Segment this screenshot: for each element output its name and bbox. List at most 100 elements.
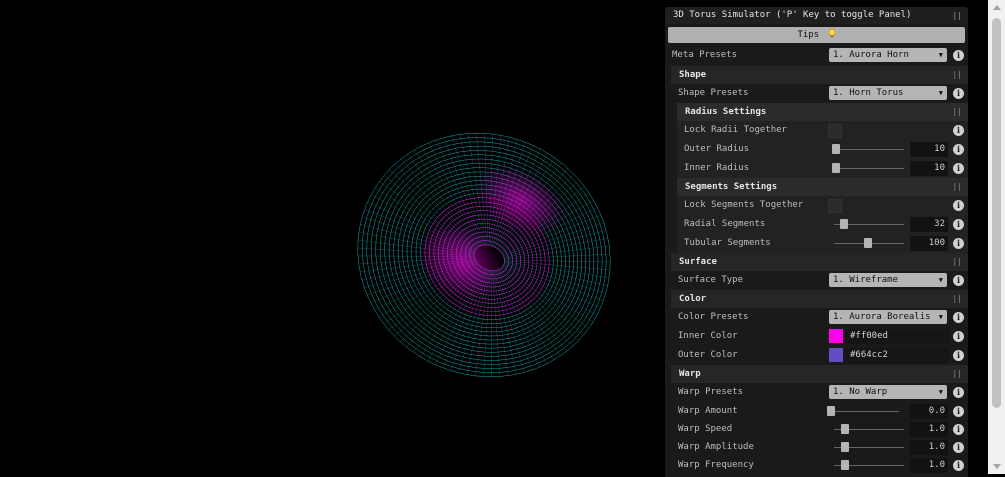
page-scrollbar[interactable] xyxy=(988,0,1005,474)
meta-presets-label: Meta Presets xyxy=(672,46,737,65)
warp-presets-row: Warp Presets 1. No Warp ▼ i xyxy=(671,383,968,402)
inner-radius-label: Inner Radius xyxy=(684,159,749,178)
info-icon[interactable]: i xyxy=(953,424,964,435)
outer-radius-label: Outer Radius xyxy=(684,140,749,159)
collapse-icon[interactable]: || xyxy=(952,178,962,196)
warp-speed-label: Warp Speed xyxy=(678,420,732,439)
warp-amount-slider[interactable] xyxy=(829,411,899,412)
warp-speed-slider[interactable] xyxy=(834,429,904,430)
info-icon[interactable]: i xyxy=(953,50,964,61)
info-icon[interactable]: i xyxy=(953,331,964,342)
warp-amplitude-slider[interactable] xyxy=(834,447,904,448)
slider-handle[interactable] xyxy=(864,238,872,248)
shape-folder-header[interactable]: Shape || xyxy=(671,66,968,84)
info-icon[interactable]: i xyxy=(953,312,964,323)
info-icon[interactable]: i xyxy=(953,125,964,136)
collapse-icon[interactable]: || xyxy=(952,290,962,308)
info-icon[interactable]: i xyxy=(953,387,964,398)
inner-color-input[interactable]: #ff00ed xyxy=(845,329,949,344)
collapse-icon[interactable]: || xyxy=(952,7,962,24)
slider-handle[interactable] xyxy=(832,144,840,154)
warp-speed-input[interactable]: 1.0 xyxy=(910,422,948,437)
segments-settings-folder: Segments Settings || Lock Segments Toget… xyxy=(677,178,968,253)
inner-radius-input[interactable]: 10 xyxy=(910,161,948,176)
inner-color-row: Inner Color #ff00ed i xyxy=(671,327,968,346)
lightbulb-icon xyxy=(828,29,836,38)
warp-frequency-slider[interactable] xyxy=(834,465,904,466)
scroll-up-icon[interactable] xyxy=(993,5,1001,10)
inner-radius-row: Inner Radius 10 i xyxy=(677,159,968,178)
radial-segments-slider[interactable] xyxy=(834,224,904,225)
lock-radii-row: Lock Radii Together i xyxy=(677,121,968,140)
lock-radii-checkbox[interactable] xyxy=(828,124,842,138)
control-panel: 3D Torus Simulator ('P' Key to toggle Pa… xyxy=(665,7,968,477)
outer-radius-input[interactable]: 10 xyxy=(910,142,948,157)
slider-handle[interactable] xyxy=(841,460,849,470)
chevron-down-icon: ▼ xyxy=(939,48,943,62)
meta-presets-select[interactable]: 1. Aurora Horn ▼ xyxy=(829,48,947,62)
torus-canvas[interactable] xyxy=(0,0,665,474)
info-icon[interactable]: i xyxy=(953,460,964,471)
radial-segments-input[interactable]: 32 xyxy=(910,217,948,232)
info-icon[interactable]: i xyxy=(953,144,964,155)
surface-type-select[interactable]: 1. Wireframe ▼ xyxy=(829,273,947,287)
radius-settings-title: Radius Settings xyxy=(685,107,766,117)
scroll-down-icon[interactable] xyxy=(993,464,1001,469)
slider-handle[interactable] xyxy=(827,406,835,416)
slider-handle[interactable] xyxy=(840,219,848,229)
warp-frequency-input[interactable]: 1.0 xyxy=(910,458,948,473)
3d-viewport[interactable] xyxy=(0,0,665,474)
outer-radius-slider[interactable] xyxy=(834,149,904,150)
warp-presets-label: Warp Presets xyxy=(678,383,743,402)
outer-radius-row: Outer Radius 10 i xyxy=(677,140,968,159)
shape-presets-select[interactable]: 1. Horn Torus ▼ xyxy=(829,86,947,100)
tubular-segments-slider[interactable] xyxy=(834,243,904,244)
outer-color-input[interactable]: #664cc2 xyxy=(845,348,949,363)
warp-amount-row: Warp Amount 0.0 i xyxy=(671,402,968,420)
slider-handle[interactable] xyxy=(841,424,849,434)
shape-folder: Shape || Shape Presets 1. Horn Torus ▼ i… xyxy=(671,66,968,474)
info-icon[interactable]: i xyxy=(953,238,964,249)
slider-handle[interactable] xyxy=(841,442,849,452)
inner-color-label: Inner Color xyxy=(678,327,738,346)
inner-radius-slider[interactable] xyxy=(834,168,904,169)
warp-speed-row: Warp Speed 1.0 i xyxy=(671,420,968,438)
warp-amplitude-label: Warp Amplitude xyxy=(678,438,754,457)
info-icon[interactable]: i xyxy=(953,163,964,174)
info-icon[interactable]: i xyxy=(953,219,964,230)
scrollbar-thumb[interactable] xyxy=(992,18,1001,408)
info-icon[interactable]: i xyxy=(953,350,964,361)
segments-settings-header[interactable]: Segments Settings || xyxy=(677,178,968,196)
info-icon[interactable]: i xyxy=(953,406,964,417)
slider-handle[interactable] xyxy=(832,163,840,173)
panel-title-bar[interactable]: 3D Torus Simulator ('P' Key to toggle Pa… xyxy=(665,7,968,24)
chevron-down-icon: ▼ xyxy=(939,86,943,100)
meta-presets-row: Meta Presets 1. Aurora Horn ▼ i xyxy=(665,46,968,65)
torus-spoke-line xyxy=(502,268,579,341)
color-folder-header[interactable]: Color || xyxy=(671,290,968,308)
info-icon[interactable]: i xyxy=(953,200,964,211)
segments-settings-title: Segments Settings xyxy=(685,182,777,192)
info-icon[interactable]: i xyxy=(953,88,964,99)
collapse-icon[interactable]: || xyxy=(952,66,962,84)
outer-color-swatch[interactable] xyxy=(829,348,843,362)
color-presets-select[interactable]: 1. Aurora Borealis ▼ xyxy=(829,310,947,324)
collapse-icon[interactable]: || xyxy=(952,103,962,121)
inner-color-swatch[interactable] xyxy=(829,329,843,343)
info-icon[interactable]: i xyxy=(953,442,964,453)
radius-settings-header[interactable]: Radius Settings || xyxy=(677,103,968,121)
surface-folder-header[interactable]: Surface || xyxy=(671,253,968,271)
lock-segments-checkbox[interactable] xyxy=(828,199,842,213)
warp-amplitude-input[interactable]: 1.0 xyxy=(910,440,948,455)
info-icon[interactable]: i xyxy=(953,275,964,286)
tubular-segments-input[interactable]: 100 xyxy=(910,236,948,251)
shape-presets-row: Shape Presets 1. Horn Torus ▼ i xyxy=(671,84,968,103)
lock-segments-label: Lock Segments Together xyxy=(684,196,803,215)
warp-folder-header[interactable]: Warp || xyxy=(671,365,968,383)
warp-amount-input[interactable]: 0.0 xyxy=(910,404,948,419)
warp-presets-select[interactable]: 1. No Warp ▼ xyxy=(829,385,947,399)
collapse-icon[interactable]: || xyxy=(952,253,962,271)
collapse-icon[interactable]: || xyxy=(952,365,962,383)
chevron-down-icon: ▼ xyxy=(939,385,943,399)
tips-button[interactable]: Tips xyxy=(668,27,965,43)
